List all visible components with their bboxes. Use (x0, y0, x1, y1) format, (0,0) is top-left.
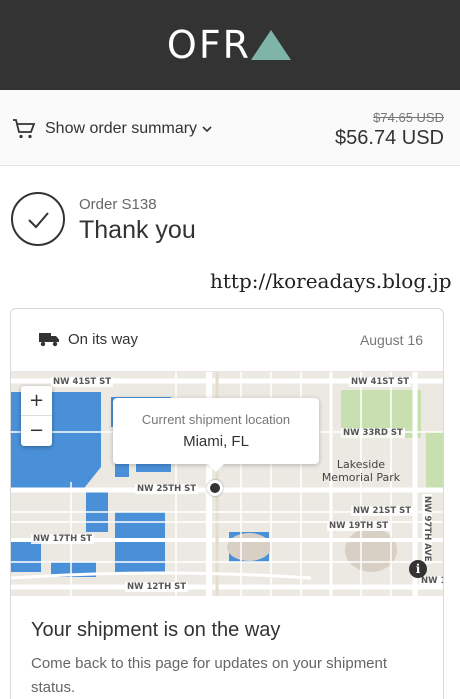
site-header: OFR (0, 0, 460, 90)
total-price: $56.74 USD (335, 127, 444, 149)
map-label-park: Lakeside Memorial Park (321, 458, 401, 484)
order-number: Order S138 (79, 196, 157, 213)
shipment-date: August 16 (359, 332, 423, 348)
map-label-nw1x: NW 1 (419, 576, 443, 586)
ofra-logo[interactable]: OFR (167, 23, 293, 67)
map-label-nw19: NW 19TH ST (327, 521, 391, 531)
logo-triangle-icon (251, 30, 292, 60)
map-label-nw12: NW 12TH ST (125, 582, 189, 592)
popup-title: Current shipment location (141, 412, 291, 427)
map-info-icon[interactable]: i (409, 560, 427, 578)
shipment-card-body: Your shipment is on the way Come back to… (11, 595, 443, 699)
cart-icon (13, 119, 36, 139)
map-label-nw21: NW 21ST ST (351, 506, 414, 516)
shipment-heading: Your shipment is on the way (31, 619, 281, 641)
popup-tip (208, 464, 224, 472)
zoom-in-button[interactable]: + (21, 386, 52, 416)
chevron-down-icon (202, 126, 212, 133)
location-pin-icon[interactable] (207, 480, 223, 496)
map-label-nw41-right: NW 41ST ST (349, 377, 412, 387)
map-label-nw17: NW 17TH ST (31, 534, 95, 544)
map-label-nw41-left: NW 41ST ST (51, 377, 114, 387)
truck-icon (39, 333, 59, 347)
map-label-nw25: NW 25TH ST (135, 484, 199, 494)
shipment-map[interactable]: NW 41ST ST NW 41ST ST NW 33RD ST Lakesid… (11, 371, 443, 596)
summary-toggle-label: Show order summary (45, 120, 198, 137)
logo-text: OFR (166, 23, 252, 67)
popup-city: Miami, FL (183, 433, 249, 450)
map-label-nw97: NW 97TH AVE (422, 494, 432, 564)
shipment-description: Come back to this page for updates on yo… (31, 655, 388, 696)
original-price: $74.65 USD (373, 110, 444, 125)
shipment-status: On its way (39, 331, 138, 348)
location-popup: Current shipment location Miami, FL (113, 398, 319, 472)
watermark-text: http://koreadays.blog.jp (210, 269, 452, 293)
order-confirmation-header: Order S138 Thank you (11, 192, 451, 252)
shipment-card: On its way August 16 NW 41ST ST NW 41ST … (10, 308, 444, 699)
thank-you-heading: Thank you (79, 216, 196, 244)
checkmark-circle-icon (11, 192, 65, 246)
shipment-card-header: On its way August 16 (11, 309, 443, 371)
map-zoom-control: + − (21, 386, 52, 446)
zoom-out-button[interactable]: − (21, 416, 52, 446)
show-order-summary-toggle[interactable]: Show order summary (12, 118, 212, 140)
status-label: On its way (68, 331, 139, 348)
map-label-nw33: NW 33RD ST (341, 428, 405, 438)
